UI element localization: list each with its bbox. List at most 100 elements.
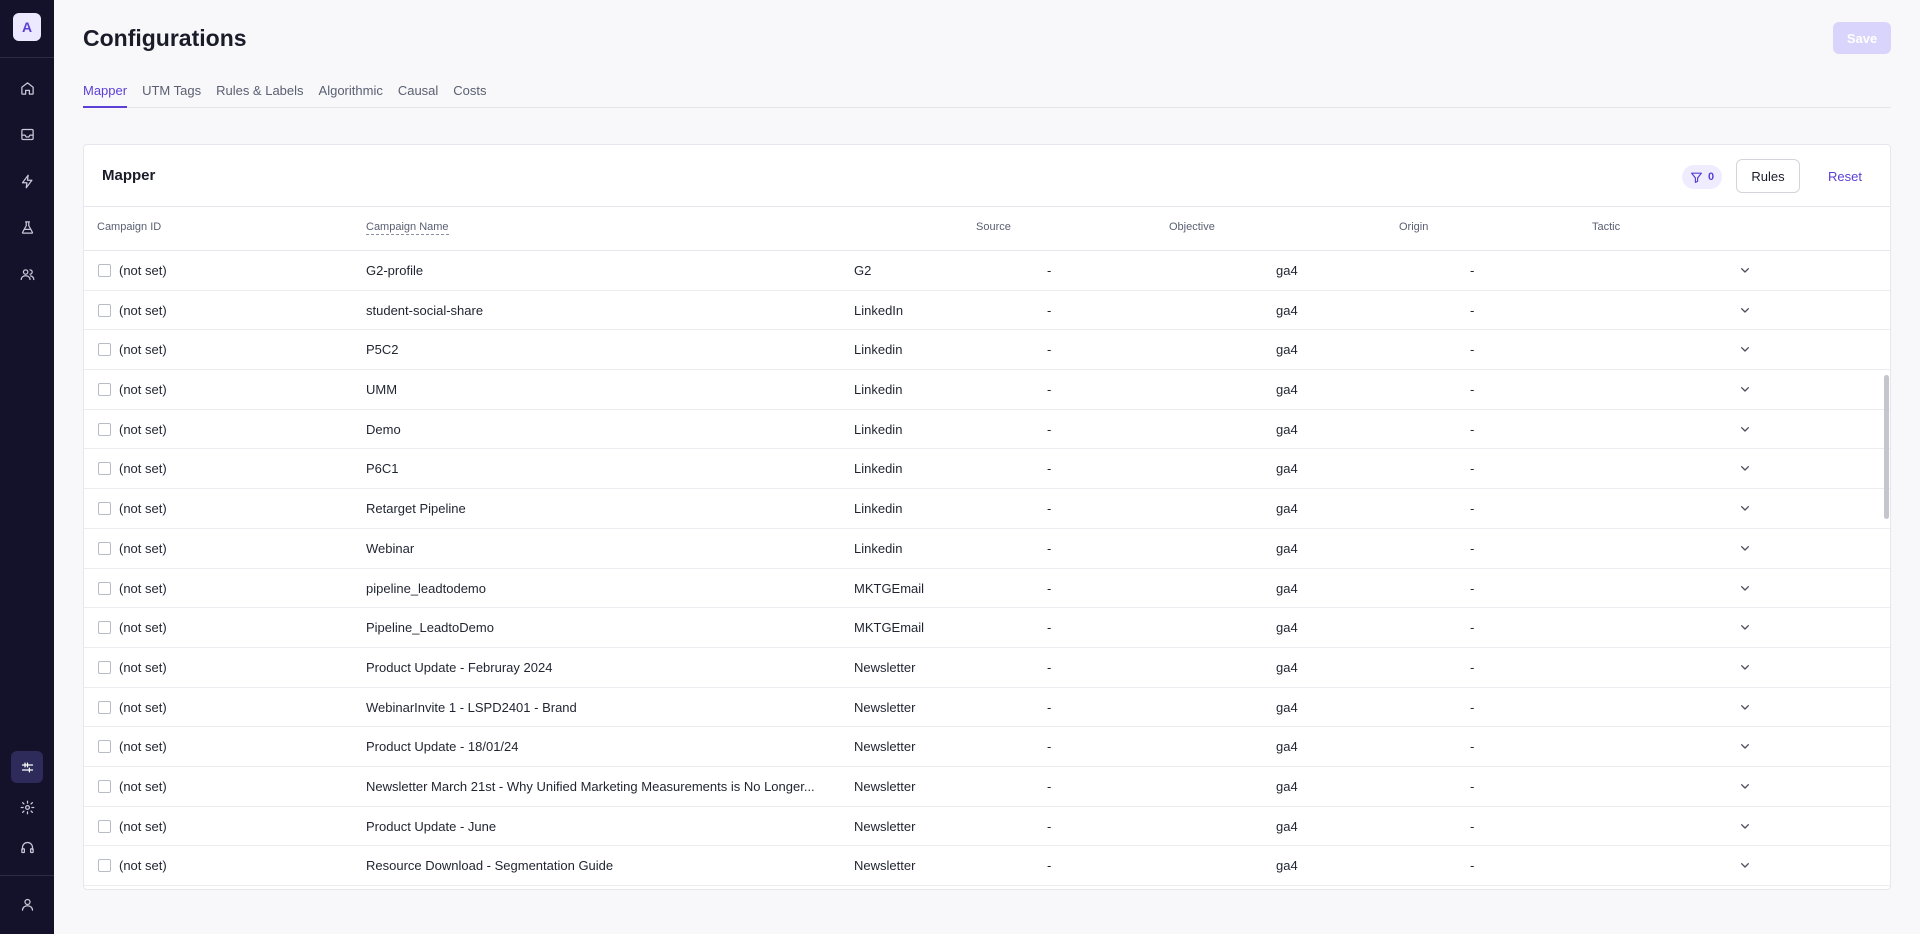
row-checkbox[interactable] xyxy=(98,621,111,635)
row-checkbox[interactable] xyxy=(98,779,111,793)
origin: ga4 xyxy=(1276,818,1298,834)
tab-mapper[interactable]: Mapper xyxy=(83,82,128,108)
table-row: (not set) Newsletter March 21st - Why Un… xyxy=(84,767,1890,807)
row-checkbox[interactable] xyxy=(98,264,111,277)
workspace-logo[interactable]: A xyxy=(13,13,41,41)
row-checkbox[interactable] xyxy=(98,303,111,317)
filter-button[interactable]: 0 xyxy=(1682,165,1723,189)
tab-causal[interactable]: Causal xyxy=(398,82,438,108)
sliders-icon[interactable] xyxy=(11,751,43,783)
tactic: - xyxy=(1470,501,1475,517)
user-icon[interactable] xyxy=(11,888,43,920)
chevron-down-icon[interactable] xyxy=(1737,699,1753,715)
headset-icon[interactable] xyxy=(11,831,43,863)
source: Linkedin xyxy=(854,540,903,556)
lightning-icon[interactable] xyxy=(11,165,43,197)
row-checkbox[interactable] xyxy=(98,819,111,833)
chevron-down-icon[interactable] xyxy=(1737,857,1753,873)
scrollbar[interactable] xyxy=(1884,375,1889,519)
flask-icon[interactable] xyxy=(11,212,43,244)
row-checkbox[interactable] xyxy=(98,581,111,595)
home-icon[interactable] xyxy=(11,72,43,104)
campaign-id: (not set) xyxy=(119,461,167,477)
gear-icon[interactable] xyxy=(11,791,43,823)
source: Linkedin xyxy=(854,501,903,517)
column-header-objective: Objective xyxy=(1169,221,1215,233)
save-button[interactable]: Save xyxy=(1833,22,1891,54)
row-checkbox[interactable] xyxy=(98,660,111,674)
table-row: (not set) Product Update - 18/01/24 News… xyxy=(84,727,1890,767)
source: LinkedIn xyxy=(854,302,904,318)
chevron-down-icon[interactable] xyxy=(1737,580,1753,596)
campaign-id: (not set) xyxy=(119,818,167,834)
tab-bar: Mapper UTM Tags Rules & Labels Algorithm… xyxy=(83,82,1891,108)
table-row: (not set) Resource Download - Segmentati… xyxy=(84,846,1890,886)
origin: ga4 xyxy=(1276,699,1298,715)
origin: ga4 xyxy=(1276,501,1298,517)
objective: - xyxy=(1047,382,1052,398)
chevron-down-icon[interactable] xyxy=(1737,818,1753,834)
inbox-icon[interactable] xyxy=(11,119,43,151)
objective: - xyxy=(1047,699,1052,715)
origin: ga4 xyxy=(1276,739,1298,755)
reset-button[interactable]: Reset xyxy=(1814,159,1876,193)
campaign-name: Newsletter March 21st - Why Unified Mark… xyxy=(366,778,815,794)
row-checkbox[interactable] xyxy=(98,541,111,555)
tactic: - xyxy=(1470,342,1475,358)
row-checkbox[interactable] xyxy=(98,859,111,873)
row-checkbox[interactable] xyxy=(98,700,111,714)
tab-utm-tags[interactable]: UTM Tags xyxy=(142,82,201,108)
table-row: (not set) Product Update - Februray 2024… xyxy=(84,648,1890,688)
campaign-id: (not set) xyxy=(119,580,167,596)
chevron-down-icon[interactable] xyxy=(1737,460,1753,476)
row-checkbox[interactable] xyxy=(98,343,111,357)
chevron-down-icon[interactable] xyxy=(1737,659,1753,675)
tab-costs[interactable]: Costs xyxy=(453,82,486,108)
chevron-down-icon[interactable] xyxy=(1737,262,1753,278)
users-icon[interactable] xyxy=(11,258,43,290)
filter-icon xyxy=(1691,172,1702,183)
chevron-down-icon[interactable] xyxy=(1737,619,1753,635)
origin: ga4 xyxy=(1276,263,1298,278)
tab-algorithmic[interactable]: Algorithmic xyxy=(319,82,383,108)
origin: ga4 xyxy=(1276,342,1298,358)
row-checkbox[interactable] xyxy=(98,740,111,754)
campaign-id: (not set) xyxy=(119,302,167,318)
tactic: - xyxy=(1470,421,1475,437)
chevron-down-icon[interactable] xyxy=(1737,381,1753,397)
source: MKTGEmail xyxy=(854,580,925,596)
sidebar-divider xyxy=(0,875,54,876)
chevron-down-icon[interactable] xyxy=(1737,540,1753,556)
campaign-name: pipeline_leadtodemo xyxy=(366,580,486,596)
source: Linkedin xyxy=(854,342,903,358)
row-checkbox[interactable] xyxy=(98,462,111,476)
card-title: Mapper xyxy=(102,167,156,184)
chevron-down-icon[interactable] xyxy=(1737,341,1753,357)
table-row: (not set) UMM Linkedin - ga4 - xyxy=(84,370,1890,410)
row-checkbox[interactable] xyxy=(98,383,111,397)
row-checkbox[interactable] xyxy=(98,422,111,436)
page-title: Configurations xyxy=(83,25,247,51)
rules-button[interactable]: Rules xyxy=(1736,159,1800,193)
chevron-down-icon[interactable] xyxy=(1737,421,1753,437)
table-row: (not set) Pipeline_LeadtoDemo MKTGEmail … xyxy=(84,608,1890,648)
tactic: - xyxy=(1470,620,1475,636)
campaign-name: P5C2 xyxy=(366,342,399,358)
campaign-id: (not set) xyxy=(119,342,167,358)
campaign-id: (not set) xyxy=(119,382,167,398)
objective: - xyxy=(1047,540,1052,556)
objective: - xyxy=(1047,739,1052,755)
origin: ga4 xyxy=(1276,580,1298,596)
column-header-campaign-name[interactable]: Campaign Name xyxy=(366,221,449,235)
chevron-down-icon[interactable] xyxy=(1737,500,1753,516)
column-header-origin: Origin xyxy=(1399,221,1429,233)
sidebar: A xyxy=(0,0,54,934)
tactic: - xyxy=(1470,778,1475,794)
campaign-name: Product Update - June xyxy=(366,818,497,834)
campaign-id: (not set) xyxy=(119,739,167,755)
chevron-down-icon[interactable] xyxy=(1737,302,1753,318)
chevron-down-icon[interactable] xyxy=(1737,738,1753,754)
chevron-down-icon[interactable] xyxy=(1737,778,1753,794)
row-checkbox[interactable] xyxy=(98,502,111,516)
tab-rules-labels[interactable]: Rules & Labels xyxy=(216,82,303,108)
